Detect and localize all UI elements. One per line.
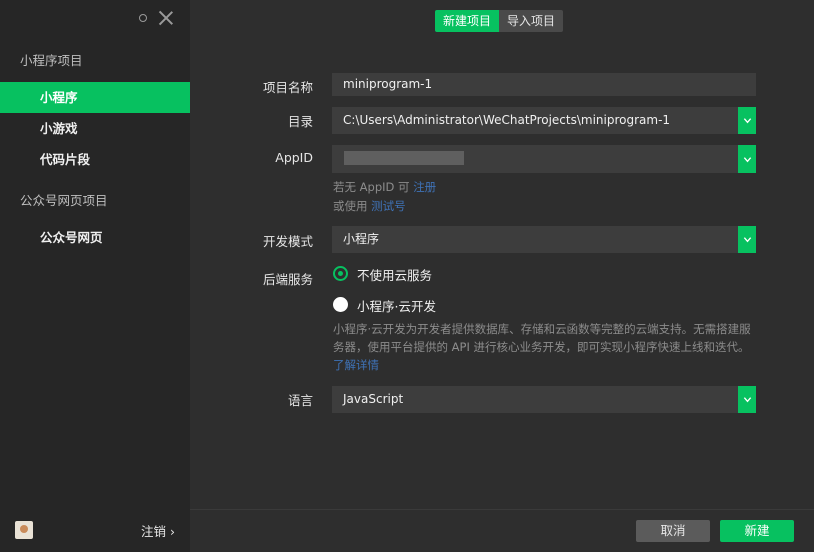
learn-more-link[interactable]: 了解详情: [333, 358, 379, 372]
radio-no-cloud[interactable]: [333, 266, 348, 281]
project-name-input[interactable]: miniprogram-1: [332, 73, 756, 96]
radio-no-cloud-label[interactable]: 不使用云服务: [357, 265, 432, 284]
tab-import-project[interactable]: 导入项目: [499, 10, 564, 32]
appid-input[interactable]: [332, 145, 756, 173]
cancel-button[interactable]: 取消: [636, 520, 710, 542]
dev-mode-label: 开发模式: [262, 234, 313, 249]
chevron-down-icon[interactable]: [738, 145, 756, 173]
test-account-link[interactable]: 测试号: [371, 199, 406, 213]
appid-hint-register: 若无 AppID 可 注册: [333, 179, 436, 195]
directory-label: 目录: [287, 114, 313, 129]
sidebar-item-code-snippet[interactable]: 代码片段: [0, 144, 190, 175]
chevron-down-icon[interactable]: [738, 386, 756, 413]
radio-cloud-dev[interactable]: [333, 297, 348, 312]
radio-cloud-dev-label[interactable]: 小程序·云开发: [357, 296, 436, 315]
section-title-miniprogram: 小程序项目: [20, 53, 83, 68]
project-name-label: 项目名称: [262, 80, 313, 95]
sidebar: 小程序项目 小程序 小游戏 代码片段 公众号网页项目 公众号网页 注销 ›: [0, 0, 190, 552]
directory-value: C:\Users\Administrator\WeChatProjects\mi…: [343, 113, 671, 127]
project-tabs: 新建项目 导入项目: [435, 10, 564, 32]
bottom-divider: [190, 509, 814, 510]
cloud-dev-description-text: 小程序·云开发为开发者提供数据库、存储和云函数等完整的云端支持。无需搭建服务器，…: [333, 322, 751, 354]
sidebar-item-official-webpage[interactable]: 公众号网页: [0, 222, 190, 253]
avatar[interactable]: [15, 521, 33, 539]
appid-hint-test: 或使用 测试号: [333, 198, 406, 214]
project-name-value: miniprogram-1: [343, 77, 433, 91]
appid-hint-text: 若无 AppID 可: [333, 180, 410, 194]
logout-button[interactable]: 注销 ›: [141, 521, 175, 540]
logout-label: 注销: [140, 524, 166, 539]
sidebar-item-minigame[interactable]: 小游戏: [0, 113, 190, 144]
language-value: JavaScript: [343, 392, 404, 406]
settings-dot-icon[interactable]: [139, 14, 147, 22]
appid-hint2-text: 或使用: [333, 199, 368, 213]
appid-redacted: [344, 151, 464, 165]
sidebar-footer: 注销 ›: [15, 521, 175, 539]
chevron-down-icon[interactable]: [738, 107, 756, 134]
cloud-dev-description: 小程序·云开发为开发者提供数据库、存储和云函数等完整的云端支持。无需搭建服务器，…: [333, 320, 761, 374]
backend-label: 后端服务: [262, 272, 313, 287]
create-button[interactable]: 新建: [720, 520, 794, 542]
dev-mode-value: 小程序: [343, 232, 380, 246]
language-label: 语言: [287, 393, 313, 408]
tab-new-project[interactable]: 新建项目: [435, 10, 500, 32]
chevron-right-icon: ›: [170, 524, 175, 539]
window-controls: [139, 9, 175, 27]
language-select[interactable]: JavaScript: [332, 386, 756, 413]
close-icon[interactable]: [157, 9, 175, 27]
chevron-down-icon[interactable]: [738, 226, 756, 253]
directory-select[interactable]: C:\Users\Administrator\WeChatProjects\mi…: [332, 107, 756, 134]
sidebar-item-miniprogram[interactable]: 小程序: [0, 82, 190, 113]
dev-mode-select[interactable]: 小程序: [332, 226, 756, 253]
appid-label: AppID: [275, 150, 313, 165]
register-link[interactable]: 注册: [413, 180, 436, 194]
section-title-official-account: 公众号网页项目: [20, 193, 108, 208]
